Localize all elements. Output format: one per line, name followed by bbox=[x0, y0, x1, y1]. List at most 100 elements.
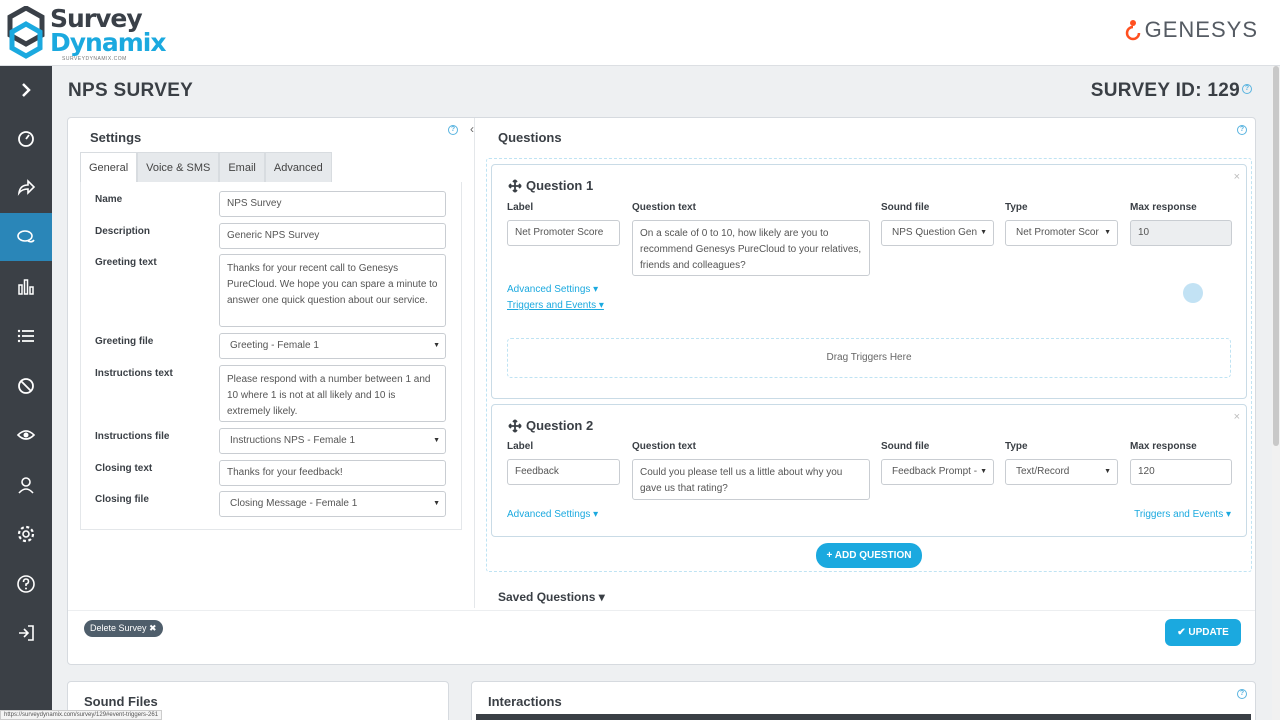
drag-handle-icon[interactable] bbox=[508, 418, 522, 433]
question-2-max-response-input[interactable]: 120 bbox=[1130, 459, 1232, 485]
question-text-column-header: Question text bbox=[632, 441, 696, 452]
question-1-sound-file-value: NPS Question Gen bbox=[892, 227, 978, 238]
survey-id: SURVEY ID: 129 bbox=[1090, 80, 1240, 101]
closing-file-value: Closing Message - Female 1 bbox=[230, 498, 358, 509]
description-input[interactable]: Generic NPS Survey bbox=[219, 223, 446, 249]
settings-tabs: General Voice & SMS Email Advanced bbox=[80, 152, 332, 182]
genesys-wordmark: GENESYS bbox=[1144, 17, 1258, 42]
sidebar-item-help[interactable] bbox=[0, 560, 52, 608]
logo-subtitle: SURVEYDYNAMIX.COM bbox=[62, 56, 127, 62]
closing-file-label: Closing file bbox=[95, 494, 149, 505]
collapse-settings-icon[interactable]: ‹ bbox=[470, 122, 474, 136]
tab-general[interactable]: General bbox=[80, 152, 138, 182]
question-1-text-input[interactable]: On a scale of 0 to 10, how likely are yo… bbox=[632, 220, 870, 276]
close-icon[interactable]: × bbox=[1234, 171, 1240, 183]
question-1-advanced-settings-link[interactable]: Advanced Settings ▾ bbox=[507, 284, 598, 295]
question-2-text-input[interactable]: Could you please tell us a little about … bbox=[632, 459, 870, 500]
question-1-type-select[interactable]: Net Promoter Scor ▼ bbox=[1005, 220, 1118, 246]
add-question-button[interactable]: + ADD QUESTION bbox=[816, 543, 922, 568]
sidebar-item-logout[interactable] bbox=[0, 609, 52, 657]
name-input[interactable]: NPS Survey bbox=[219, 191, 446, 217]
scrollbar-thumb[interactable] bbox=[1273, 66, 1279, 446]
question-2-header[interactable]: Question 2 bbox=[508, 418, 593, 433]
caret-down-icon: ▼ bbox=[433, 342, 440, 349]
tab-voice-sms[interactable]: Voice & SMS bbox=[137, 152, 220, 182]
sidebar-item-settings[interactable] bbox=[0, 510, 52, 558]
instructions-file-value: Instructions NPS - Female 1 bbox=[230, 435, 356, 446]
sidebar-item-share[interactable] bbox=[0, 163, 52, 211]
caret-down-icon: ▼ bbox=[1104, 229, 1111, 236]
question-2-triggers-link[interactable]: Triggers and Events ▾ bbox=[1134, 509, 1231, 520]
sidebar-item-users[interactable] bbox=[0, 461, 52, 509]
max-response-column-header: Max response bbox=[1130, 441, 1197, 452]
max-response-column-header: Max response bbox=[1130, 202, 1197, 213]
top-header: Survey Dynamix SURVEYDYNAMIX.COM GENESYS bbox=[0, 0, 1280, 66]
sound-file-column-header: Sound file bbox=[881, 202, 930, 213]
question-2-label-input[interactable]: Feedback bbox=[507, 459, 620, 485]
chat-icon bbox=[17, 230, 35, 243]
closing-text-label: Closing text bbox=[95, 463, 153, 474]
caret-down-icon: ▼ bbox=[980, 468, 987, 475]
type-column-header: Type bbox=[1005, 441, 1028, 452]
survey-dynamix-logo[interactable]: Survey Dynamix SURVEYDYNAMIX.COM bbox=[6, 4, 166, 62]
page-scrollbar[interactable] bbox=[1272, 66, 1280, 720]
question-2-sound-file-value: Feedback Prompt - bbox=[892, 466, 978, 477]
question-card-1: Question 1 × Label Question text Sound f… bbox=[491, 164, 1247, 399]
caret-down-icon: ▼ bbox=[1104, 468, 1111, 475]
closing-file-select[interactable]: Closing Message - Female 1 ▼ bbox=[219, 491, 446, 517]
questions-title: Questions bbox=[498, 130, 562, 145]
survey-id-help-icon[interactable]: ? bbox=[1242, 84, 1252, 94]
question-1-sound-file-select[interactable]: NPS Question Gen ▼ bbox=[881, 220, 994, 246]
label-column-header: Label bbox=[507, 202, 534, 213]
type-column-header: Type bbox=[1005, 202, 1028, 213]
questions-help-icon[interactable]: ? bbox=[1237, 125, 1247, 135]
question-1-header[interactable]: Question 1 bbox=[508, 178, 593, 193]
interactions-table-header bbox=[476, 714, 1251, 720]
delete-survey-button[interactable]: Delete Survey ✖ bbox=[84, 620, 163, 637]
closing-text-input[interactable]: Thanks for your feedback! bbox=[219, 460, 446, 486]
question-2-sound-file-select[interactable]: Feedback Prompt - ▼ bbox=[881, 459, 994, 485]
settings-title: Settings bbox=[90, 130, 142, 145]
sidebar-item-dashboard[interactable] bbox=[0, 114, 52, 162]
logo-line2: Dynamix bbox=[50, 28, 166, 57]
tab-advanced[interactable]: Advanced bbox=[264, 152, 332, 182]
eye-icon bbox=[16, 430, 36, 440]
caret-down-icon: ▼ bbox=[433, 500, 440, 507]
interactions-help-icon[interactable]: ? bbox=[1237, 689, 1247, 699]
settings-help-icon[interactable]: ? bbox=[448, 125, 458, 135]
question-2-type-select[interactable]: Text/Record ▼ bbox=[1005, 459, 1118, 485]
sidebar-toggle[interactable] bbox=[0, 66, 52, 114]
genesys-mark-icon bbox=[1125, 20, 1140, 41]
question-1-triggers-link[interactable]: Triggers and Events ▾ bbox=[507, 300, 604, 311]
panel-divider bbox=[474, 118, 475, 608]
greeting-file-select[interactable]: Greeting - Female 1 ▼ bbox=[219, 333, 446, 359]
instructions-file-select[interactable]: Instructions NPS - Female 1 ▼ bbox=[219, 428, 446, 454]
mouse-cursor-highlight bbox=[1183, 283, 1203, 303]
saved-questions-toggle[interactable]: Saved Questions ▾ bbox=[498, 590, 605, 604]
question-1-max-response-input: 10 bbox=[1130, 220, 1232, 246]
tab-email[interactable]: Email bbox=[219, 152, 265, 182]
sidebar-item-surveys[interactable] bbox=[0, 213, 52, 261]
sidebar-item-blocked[interactable] bbox=[0, 362, 52, 410]
question-2-advanced-settings-link[interactable]: Advanced Settings ▾ bbox=[507, 509, 598, 520]
label-column-header: Label bbox=[507, 441, 534, 452]
dashboard-icon bbox=[18, 131, 34, 147]
greeting-file-label: Greeting file bbox=[95, 336, 154, 347]
update-button[interactable]: ✔ UPDATE bbox=[1165, 619, 1241, 646]
drag-handle-icon[interactable] bbox=[508, 178, 522, 193]
question-1-label-input[interactable]: Net Promoter Score bbox=[507, 220, 620, 246]
block-icon bbox=[18, 378, 34, 394]
sidebar-item-reports[interactable] bbox=[0, 263, 52, 311]
close-icon[interactable]: × bbox=[1234, 411, 1240, 423]
user-icon bbox=[18, 477, 34, 494]
question-1-title: Question 1 bbox=[526, 178, 594, 193]
greeting-text-input[interactable]: Thanks for your recent call to Genesys P… bbox=[219, 254, 446, 327]
sidebar-item-preview[interactable] bbox=[0, 411, 52, 459]
question-1-type-value: Net Promoter Scor bbox=[1016, 227, 1099, 238]
description-label: Description bbox=[95, 226, 151, 237]
instructions-text-input[interactable]: Please respond with a number between 1 a… bbox=[219, 365, 446, 422]
drag-triggers-zone[interactable]: Drag Triggers Here bbox=[507, 338, 1231, 378]
caret-down-icon: ▼ bbox=[980, 229, 987, 236]
sidebar-item-list[interactable] bbox=[0, 312, 52, 360]
logo-mark-icon bbox=[7, 6, 45, 59]
